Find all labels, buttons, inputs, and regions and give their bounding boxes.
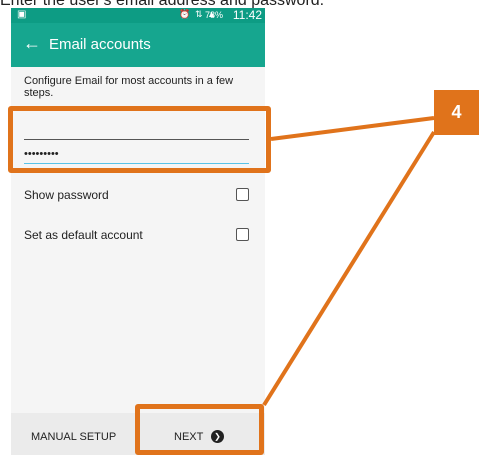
step-callout-badge: 4 [434,90,479,135]
callout-connector-lines [262,116,436,407]
